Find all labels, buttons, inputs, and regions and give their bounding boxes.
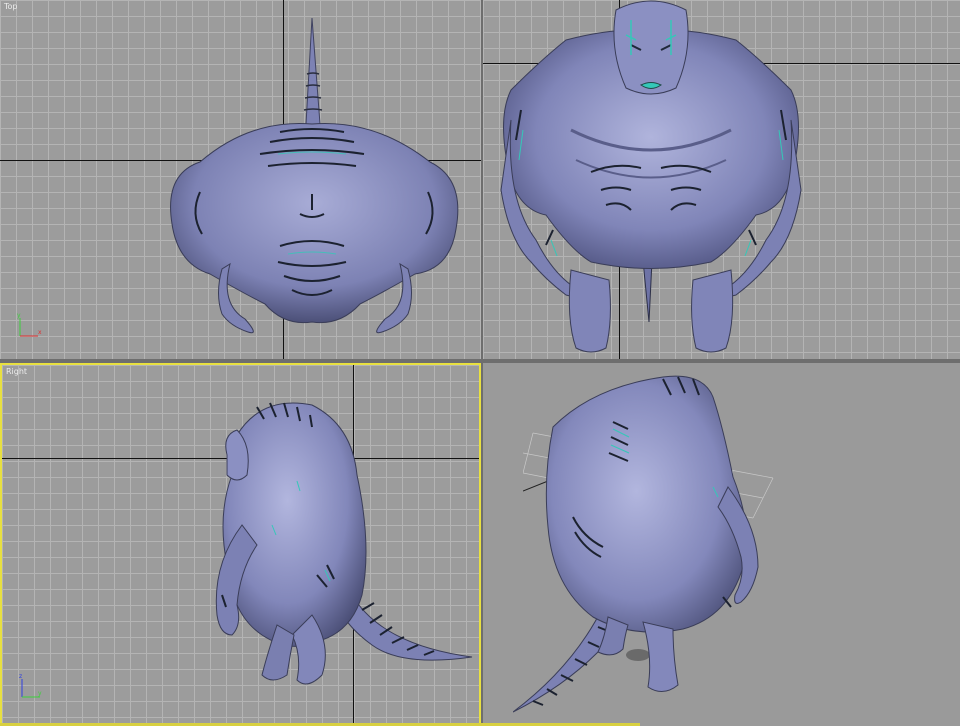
creature-model-perspective-view[interactable]	[513, 367, 813, 722]
tripod-x-label: x	[38, 329, 42, 336]
axis-tripod-icon: z y	[19, 673, 42, 698]
viewport-divider-vertical[interactable]	[481, 0, 483, 726]
viewport-perspective[interactable]	[483, 363, 960, 726]
tripod-z-label: z	[19, 673, 22, 680]
axis-tripod-icon: y x	[17, 312, 42, 337]
tripod-y-label: y	[38, 690, 42, 697]
viewport-label-right[interactable]: Right	[6, 367, 27, 376]
viewport-top[interactable]: Top y x	[0, 0, 481, 359]
viewport-label-top[interactable]: Top	[4, 2, 18, 11]
viewport-right[interactable]: Right z y	[0, 363, 481, 726]
viewport-divider-horizontal[interactable]	[0, 359, 960, 363]
creature-model-side-view[interactable]	[202, 395, 481, 695]
tripod-y-label: y	[17, 312, 21, 319]
creature-model-front-view[interactable]	[491, 0, 811, 359]
viewport-front[interactable]	[483, 0, 960, 359]
creature-model-top-view[interactable]	[160, 14, 470, 344]
